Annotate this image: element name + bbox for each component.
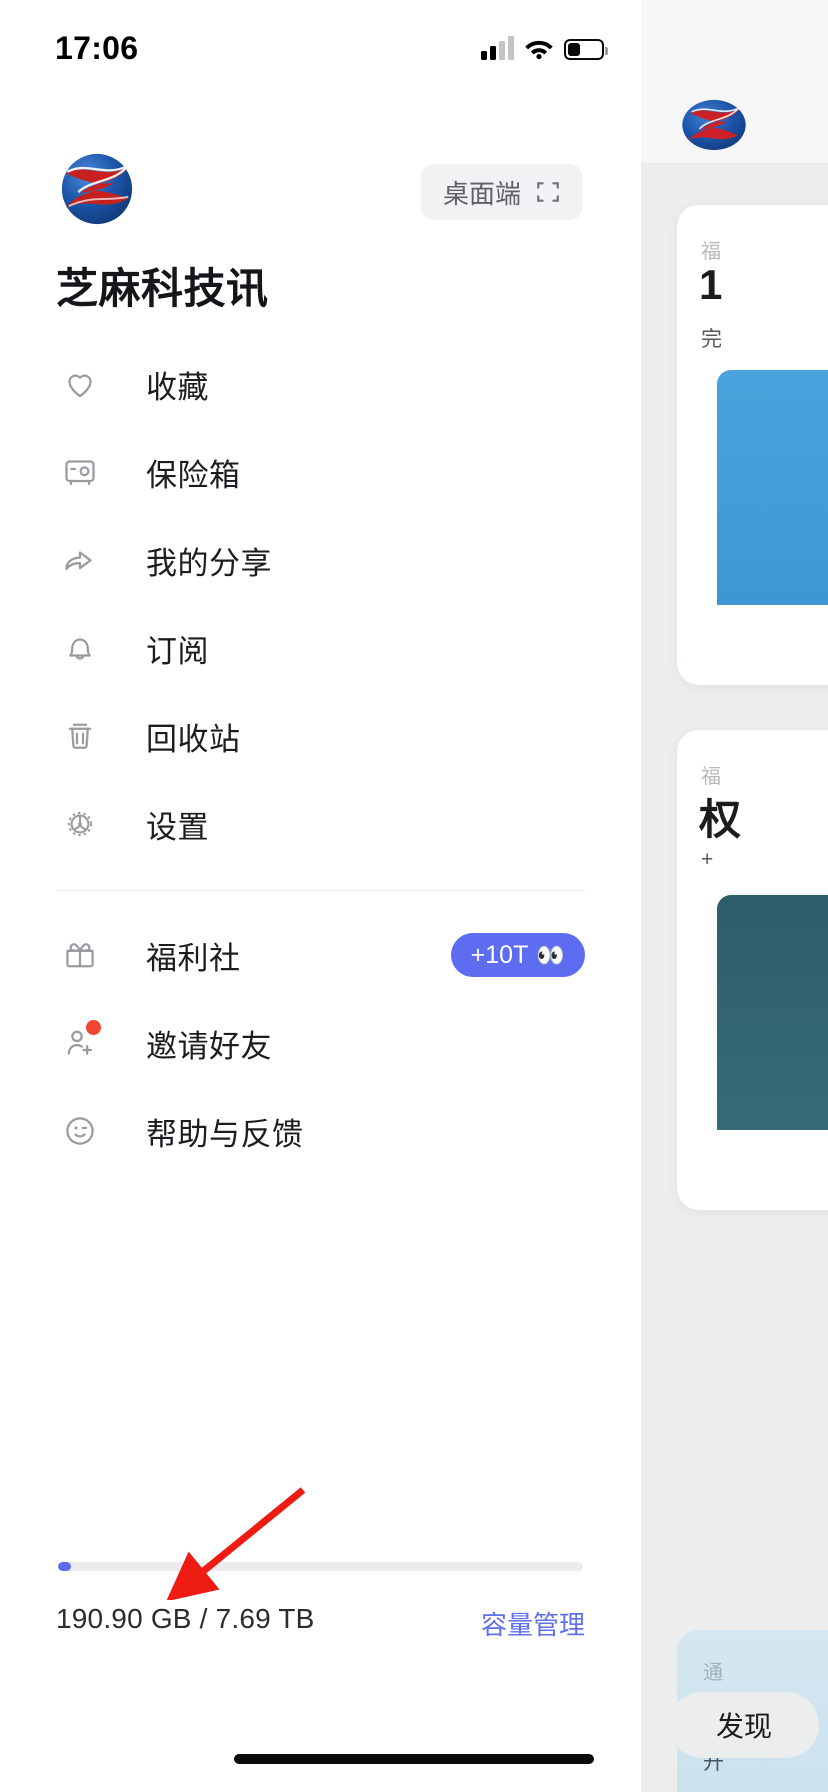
background-card[interactable]: 福 1 完 <box>677 205 828 685</box>
background-card-title: 权 <box>699 796 741 843</box>
background-app-panel[interactable]: 福 1 完 福 权 + 通 开 开 发现 <box>641 0 828 1792</box>
safe-box-icon <box>58 450 102 494</box>
background-card-thumbnail <box>717 895 828 1130</box>
storage-progress-fill <box>58 1562 71 1571</box>
background-card-kicker: 福 <box>701 766 721 788</box>
menu-item-label: 帮助与反馈 <box>146 1116 304 1152</box>
storage-progress-bar <box>58 1562 583 1571</box>
phone-screen: 福 1 完 福 权 + 通 开 开 发现 17:06 <box>0 0 828 1792</box>
bell-icon <box>58 626 102 670</box>
drawer-menu: 收藏 保险箱 我的分享 订阅 回收站 设置 福利社 +10T 👀 邀请好友 帮助… <box>0 340 641 1175</box>
scan-frame-icon <box>537 182 559 202</box>
menu-item-help-feedback[interactable]: 帮助与反馈 <box>0 1087 641 1175</box>
storage-usage-text: 190.90 GB / 7.69 TB <box>56 1603 315 1634</box>
menu-item-subscription[interactable]: 订阅 <box>0 604 641 692</box>
trash-icon <box>58 714 102 758</box>
menu-item-label: 福利社 <box>146 940 241 976</box>
menu-item-label: 订阅 <box>146 633 209 669</box>
menu-item-benefits[interactable]: 福利社 +10T 👀 <box>0 911 641 999</box>
heart-icon <box>58 362 102 406</box>
menu-item-invite-friends[interactable]: 邀请好友 <box>0 999 641 1087</box>
menu-item-label: 保险箱 <box>146 457 241 493</box>
status-badge[interactable]: +10T 👀 <box>450 933 585 977</box>
background-card-sub: + <box>701 848 714 871</box>
menu-item-settings[interactable]: 设置 <box>0 780 641 868</box>
wifi-icon <box>525 40 553 60</box>
badge-text: +10T <box>470 940 529 969</box>
red-arrow-annotation <box>166 1487 306 1600</box>
menu-item-label: 设置 <box>146 809 209 845</box>
background-card-title: 1 <box>699 261 722 308</box>
page-title: 芝麻科技讯 <box>56 265 269 312</box>
background-card-kicker: 福 <box>701 241 721 263</box>
gift-icon <box>58 933 102 977</box>
background-card[interactable]: 福 权 + <box>677 730 828 1210</box>
side-drawer: 17:06 桌面端 芝麻科技讯 收藏 保险箱 我的分享 订阅 回收站 设置 福利… <box>0 0 641 1792</box>
status-bar-clock: 17:06 <box>55 30 139 66</box>
background-discover-button[interactable]: 发现 <box>669 1692 819 1758</box>
desktop-client-button[interactable]: 桌面端 <box>420 164 583 220</box>
battery-icon <box>564 39 608 60</box>
menu-item-safebox[interactable]: 保险箱 <box>0 428 641 516</box>
share-arrow-icon <box>58 538 102 582</box>
background-blue-card-kicker: 通 <box>703 1662 723 1684</box>
menu-item-favorites[interactable]: 收藏 <box>0 340 641 428</box>
menu-item-recycle-bin[interactable]: 回收站 <box>0 692 641 780</box>
desktop-client-label: 桌面端 <box>442 178 521 209</box>
menu-item-my-shares[interactable]: 我的分享 <box>0 516 641 604</box>
capacity-management-link[interactable]: 容量管理 <box>481 1605 585 1642</box>
menu-item-label: 回收站 <box>146 721 241 757</box>
cellular-signal-icon <box>481 36 514 60</box>
home-indicator <box>234 1754 594 1764</box>
menu-item-label: 邀请好友 <box>146 1028 272 1064</box>
notification-dot <box>86 1020 101 1035</box>
eyes-emoji-icon: 👀 <box>536 941 565 968</box>
menu-item-label: 收藏 <box>146 369 209 405</box>
menu-divider <box>56 890 585 891</box>
background-card-thumbnail <box>717 370 828 605</box>
status-bar: 17:06 <box>0 0 641 96</box>
app-logo-icon <box>61 153 133 225</box>
status-bar-indicators <box>481 32 608 60</box>
person-add-icon <box>58 1020 102 1065</box>
smiley-wink-icon <box>58 1109 102 1153</box>
background-card-sub: 完 <box>701 328 722 351</box>
background-app-logo-icon <box>682 99 746 151</box>
gear-icon <box>58 802 102 846</box>
menu-item-label: 我的分享 <box>146 545 272 581</box>
